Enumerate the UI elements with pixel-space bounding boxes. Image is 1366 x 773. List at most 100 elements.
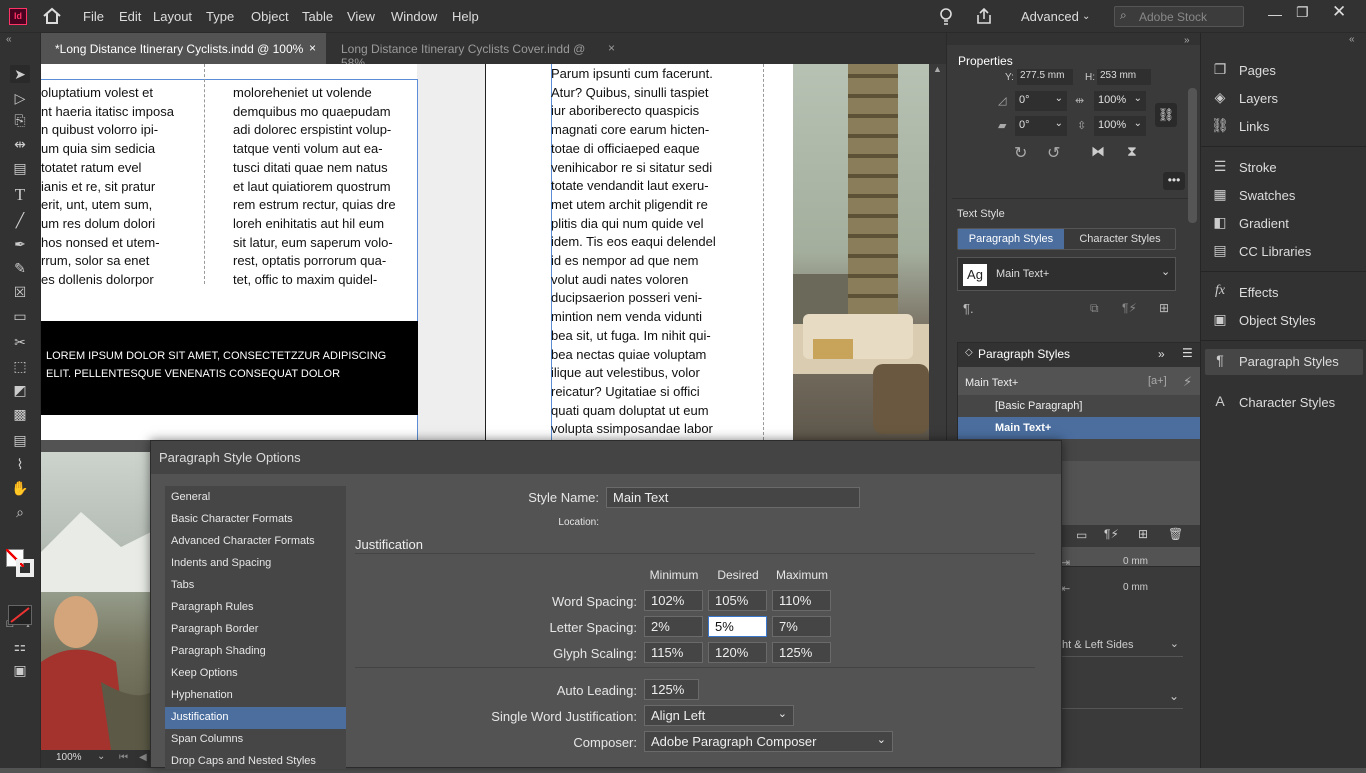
category-basic-character-formats[interactable]: Basic Character Formats <box>165 509 346 531</box>
menu-window[interactable]: Window <box>391 9 437 24</box>
category-paragraph-border[interactable]: Paragraph Border <box>165 619 346 641</box>
line-tool-icon[interactable]: ╱ <box>10 211 30 229</box>
clear-overrides-icon[interactable]: ¶⚡ <box>1104 527 1119 541</box>
close-icon[interactable]: × <box>309 41 316 55</box>
single-word-justification-dropdown[interactable]: Align Left ⌄ <box>644 705 794 726</box>
prev-page-icon[interactable]: ◀ <box>139 752 147 763</box>
quick-apply-icon[interactable]: ⚡ <box>1183 374 1192 390</box>
trash-icon[interactable]: 🗑 <box>1168 527 1183 541</box>
category-general[interactable]: General <box>165 487 346 509</box>
eyedropper-tool-icon[interactable]: ⌇ <box>10 455 30 473</box>
glyph-scaling-min[interactable]: 115% <box>644 642 703 663</box>
category-justification[interactable]: Justification <box>165 707 346 729</box>
word-spacing-min[interactable]: 102% <box>644 590 703 611</box>
indent-2-value[interactable]: 0 mm <box>1123 582 1148 593</box>
chevron-down-icon[interactable]: ⌄ <box>1134 93 1142 104</box>
category-paragraph-rules[interactable]: Paragraph Rules <box>165 597 346 619</box>
letter-spacing-min[interactable]: 2% <box>644 616 703 637</box>
category-drop-caps-and-nested-styles[interactable]: Drop Caps and Nested Styles <box>165 751 346 773</box>
shear-field[interactable]: 0° ⌄ <box>1015 116 1067 136</box>
flip-horizontal-icon[interactable]: ⧓ <box>1091 143 1105 160</box>
hiker-photo[interactable] <box>41 452 151 750</box>
stock-search-box[interactable]: ⌕ Adobe Stock <box>1114 6 1244 27</box>
scroll-up-icon[interactable]: ▲ <box>933 64 942 74</box>
letter-spacing-max[interactable]: 7% <box>772 616 831 637</box>
word-spacing-max[interactable]: 110% <box>772 590 831 611</box>
gradient-swatch-tool-icon[interactable]: ◩ <box>10 381 30 399</box>
view-mode-icon[interactable]: ⚏ <box>10 637 30 655</box>
new-style-icon[interactable]: ⊞ <box>1159 301 1169 315</box>
menu-layout[interactable]: Layout <box>153 9 192 24</box>
first-page-icon[interactable]: ⏮ <box>119 752 128 763</box>
list-item[interactable]: [Basic Paragraph] <box>958 395 1200 417</box>
chevron-down-icon[interactable]: ⌄ <box>1169 689 1179 703</box>
menu-type[interactable]: Type <box>206 9 234 24</box>
menu-file[interactable]: File <box>83 9 104 24</box>
letter-spacing-desired[interactable]: 5% <box>708 616 767 637</box>
vertical-scrollbar[interactable]: ▲ <box>929 64 946 440</box>
create-from-selection-icon[interactable]: [a+] <box>1148 375 1167 387</box>
zoom-level[interactable]: 100% <box>56 752 82 763</box>
close-icon[interactable]: × <box>608 41 615 55</box>
chevron-down-icon[interactable]: ⌄ <box>1134 118 1142 129</box>
more-options-icon[interactable]: ••• <box>1163 172 1185 190</box>
style-name-field[interactable]: Main Text <box>606 487 860 508</box>
category-tabs[interactable]: Tabs <box>165 575 346 597</box>
tab-itinerary-document[interactable]: *Long Distance Itinerary Cyclists.indd @… <box>41 33 326 64</box>
workspace-switcher[interactable]: Advanced <box>1021 9 1079 24</box>
close-window-icon[interactable]: ✕ <box>1332 2 1346 22</box>
dock-cc-libraries[interactable]: ▤ CC Libraries <box>1211 239 1361 265</box>
glyph-scaling-desired[interactable]: 120% <box>708 642 767 663</box>
text-column-2[interactable]: moloreheniet ut volende demquibus mo qua… <box>233 84 396 290</box>
paragraph-style-dropdown[interactable]: Ag Main Text+ ⌄ <box>957 257 1176 291</box>
collapse-dock-icon[interactable]: « <box>1349 34 1355 45</box>
collapse-icon[interactable]: ◇ <box>965 347 973 358</box>
glyph-scaling-max[interactable]: 125% <box>772 642 831 663</box>
screen-mode-icon[interactable]: ▣ <box>10 661 30 679</box>
zoom-tool-icon[interactable]: ⌕ <box>10 503 30 521</box>
category-indents-and-spacing[interactable]: Indents and Spacing <box>165 553 346 575</box>
menu-table[interactable]: Table <box>302 9 333 24</box>
fill-stroke-swatch[interactable] <box>5 548 35 578</box>
gradient-feather-tool-icon[interactable]: ▩ <box>10 405 30 423</box>
chevron-down-icon[interactable]: ⌄ <box>97 751 105 762</box>
tab-paragraph-styles[interactable]: Paragraph Styles <box>958 229 1064 249</box>
dock-gradient[interactable]: ◧ Gradient <box>1211 211 1361 237</box>
menu-object[interactable]: Object <box>251 9 289 24</box>
restore-icon[interactable]: ❐ <box>1296 4 1309 21</box>
folder-icon[interactable]: ▭ <box>1076 528 1087 542</box>
chevron-down-icon[interactable]: ⌄ <box>1170 637 1179 650</box>
new-style-icon[interactable]: ⊞ <box>1138 527 1148 541</box>
rotate-field[interactable]: 0° ⌄ <box>1015 91 1067 111</box>
page-tool-icon[interactable]: ⎘ <box>10 111 30 129</box>
dock-object-styles[interactable]: ▣ Object Styles <box>1211 308 1361 334</box>
dock-stroke[interactable]: ☰ Stroke <box>1211 155 1361 181</box>
chevron-down-icon[interactable]: ⌄ <box>1055 93 1063 104</box>
scissors-tool-icon[interactable]: ✂ <box>10 333 30 351</box>
category-span-columns[interactable]: Span Columns <box>165 729 346 751</box>
chevron-down-icon[interactable]: ⌄ <box>1082 11 1090 22</box>
collapse-panel-icon[interactable]: » <box>1158 347 1165 361</box>
list-item[interactable]: Main Text+ <box>958 417 1200 439</box>
rectangle-frame-tool-icon[interactable]: ☒ <box>10 283 30 301</box>
rectangle-tool-icon[interactable]: ▭ <box>10 307 30 325</box>
document-canvas[interactable]: oluptatium volest et nt haeria itatisc i… <box>41 64 929 440</box>
type-tool-icon[interactable]: T <box>10 186 30 204</box>
tab-character-styles[interactable]: Character Styles <box>1065 229 1175 249</box>
h-field[interactable]: 253 mm <box>1097 69 1151 85</box>
rotate-ccw-icon[interactable]: ↺ <box>1047 143 1060 163</box>
pencil-tool-icon[interactable]: ✎ <box>10 259 30 277</box>
menu-edit[interactable]: Edit <box>119 9 141 24</box>
auto-leading-field[interactable]: 125% <box>644 679 699 700</box>
dock-links[interactable]: ⛓ Links <box>1211 114 1361 140</box>
hand-tool-icon[interactable]: ✋ <box>10 479 30 497</box>
chevron-down-icon[interactable]: ⌄ <box>1055 118 1063 129</box>
dock-layers[interactable]: ◈ Layers <box>1211 86 1361 112</box>
collapse-icon[interactable]: « <box>6 34 12 45</box>
dock-character-styles[interactable]: A Character Styles <box>1211 390 1361 416</box>
redefine-style-icon[interactable]: ¶⚡ <box>1122 301 1137 315</box>
chevron-down-icon[interactable]: ⌄ <box>1161 265 1170 278</box>
indesign-logo[interactable]: Id <box>9 8 27 25</box>
y-field[interactable]: 277.5 mm <box>1017 69 1073 85</box>
content-collector-icon[interactable]: ▤ <box>10 159 30 177</box>
